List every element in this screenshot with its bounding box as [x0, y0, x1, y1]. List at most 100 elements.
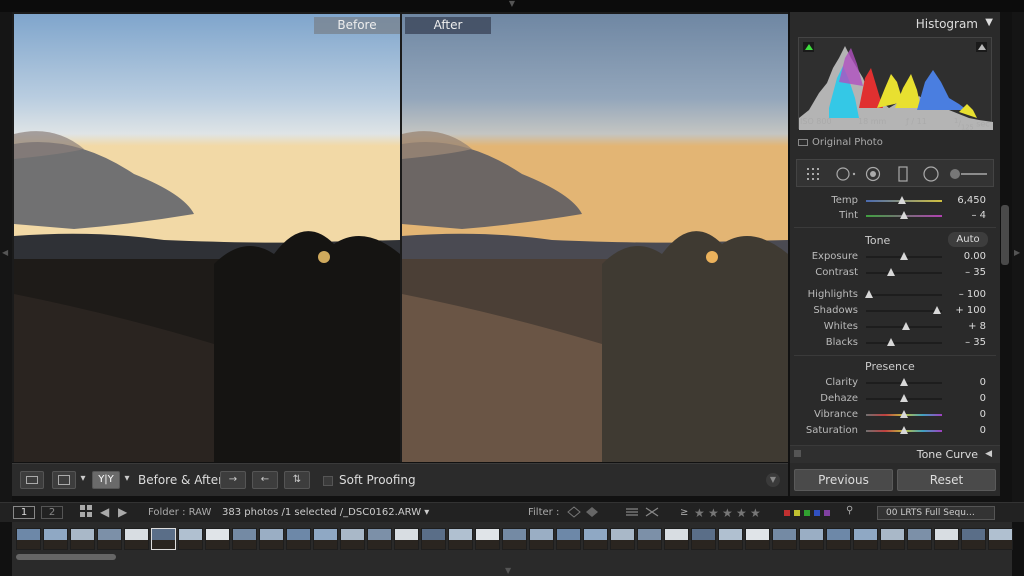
- filmstrip-thumbnail[interactable]: [70, 528, 95, 550]
- slider-value[interactable]: – 35: [940, 267, 986, 278]
- forward-arrow-icon[interactable]: ▶: [118, 505, 127, 519]
- shadows-slider-track[interactable]: [866, 310, 942, 312]
- whites-slider-thumb[interactable]: [902, 322, 910, 330]
- filmstrip-thumbnail[interactable]: [367, 528, 392, 550]
- back-arrow-icon[interactable]: ◀: [100, 505, 109, 519]
- filmstrip-scrollbar[interactable]: [16, 554, 116, 560]
- toolbar-options-icon[interactable]: ▼: [766, 473, 780, 487]
- saturation-slider-thumb[interactable]: [900, 426, 908, 434]
- filmstrip-thumbnail[interactable]: [178, 528, 203, 550]
- yy-dropdown[interactable]: ▾: [122, 471, 132, 489]
- red-label-filter[interactable]: [784, 510, 790, 516]
- vibrance-slider-thumb[interactable]: [900, 410, 908, 418]
- purple-label-filter[interactable]: [824, 510, 830, 516]
- tint-slider-thumb[interactable]: [900, 211, 908, 219]
- star-icon[interactable]: ★: [722, 506, 733, 520]
- filmstrip-thumbnail[interactable]: [718, 528, 743, 550]
- highlights-slider-track[interactable]: [866, 294, 942, 296]
- filmstrip-thumbnail[interactable]: [43, 528, 68, 550]
- reset-button[interactable]: Reset: [897, 469, 996, 491]
- slider-value[interactable]: – 100: [940, 289, 986, 300]
- top-collapse-icon[interactable]: ▼: [505, 0, 519, 8]
- after-photo[interactable]: After: [402, 14, 788, 462]
- clarity-slider-thumb[interactable]: [900, 378, 908, 386]
- filmstrip-thumbnail[interactable]: [502, 528, 527, 550]
- soft-proofing-checkbox[interactable]: [323, 476, 333, 486]
- filmstrip-thumbnail[interactable]: [610, 528, 635, 550]
- radial-filter-icon[interactable]: [923, 166, 939, 182]
- contrast-slider-thumb[interactable]: [887, 268, 895, 276]
- edit-filter-icons[interactable]: [624, 506, 664, 521]
- filmstrip-thumbnail[interactable]: [313, 528, 338, 550]
- expand-triangle-icon[interactable]: ◀: [985, 449, 992, 459]
- before-after-left-right-button[interactable]: Y|Y: [92, 471, 120, 489]
- slider-value[interactable]: 0: [940, 425, 986, 436]
- graduated-filter-icon[interactable]: [895, 166, 911, 182]
- filmstrip-thumbnail[interactable]: [691, 528, 716, 550]
- histogram[interactable]: [798, 37, 993, 130]
- filmstrip-thumbnail[interactable]: [286, 528, 311, 550]
- yellow-label-filter[interactable]: [794, 510, 800, 516]
- tone-curve-header[interactable]: Tone Curve ◀: [790, 445, 1000, 463]
- shadow-clipping-icon[interactable]: [803, 42, 814, 52]
- filmstrip-thumbnail[interactable]: [880, 528, 905, 550]
- flag-filter-icons[interactable]: [566, 506, 606, 521]
- filmstrip-thumbnail[interactable]: [124, 528, 149, 550]
- contrast-slider-track[interactable]: [866, 272, 942, 274]
- grid-view-icon[interactable]: [80, 505, 92, 520]
- histogram-header[interactable]: Histogram ▼: [790, 12, 1000, 36]
- green-label-filter[interactable]: [804, 510, 810, 516]
- crop-overlay-icon[interactable]: [805, 166, 821, 182]
- slider-value[interactable]: 0: [940, 393, 986, 404]
- filmstrip-thumbnail[interactable]: [934, 528, 959, 550]
- star-icon[interactable]: ★: [694, 506, 705, 520]
- left-panel-toggle[interactable]: [0, 12, 12, 502]
- blacks-slider-thumb[interactable]: [887, 338, 895, 346]
- filter-preset-select[interactable]: 00 LRTS Full Sequ…: [877, 506, 995, 520]
- slider-value[interactable]: 0.00: [940, 251, 986, 262]
- spot-removal-icon[interactable]: [835, 166, 859, 182]
- photo-count-label[interactable]: 383 photos /1 selected /_DSC0162.ARW ▾: [222, 507, 429, 518]
- filmstrip-thumbnail[interactable]: [340, 528, 365, 550]
- filmstrip-thumbnail[interactable]: [988, 528, 1013, 550]
- filmstrip-thumbnail[interactable]: [448, 528, 473, 550]
- filmstrip-thumbnail[interactable]: [664, 528, 689, 550]
- filmstrip-thumbnail[interactable]: [232, 528, 257, 550]
- filmstrip-thumbnail[interactable]: [853, 528, 878, 550]
- red-eye-icon[interactable]: [865, 166, 881, 182]
- filmstrip-thumbnail[interactable]: [583, 528, 608, 550]
- filmstrip-thumbnail[interactable]: [475, 528, 500, 550]
- filmstrip-thumbnail[interactable]: [259, 528, 284, 550]
- swap-settings-button[interactable]: ⇅: [284, 471, 310, 489]
- filmstrip-thumbnail[interactable]: [745, 528, 770, 550]
- dehaze-slider-thumb[interactable]: [900, 394, 908, 402]
- view-mode-dropdown[interactable]: ▾: [78, 471, 88, 489]
- blue-label-filter[interactable]: [814, 510, 820, 516]
- filmstrip-thumbnail[interactable]: [205, 528, 230, 550]
- adjustment-brush-icon[interactable]: [949, 166, 989, 182]
- previous-button[interactable]: Previous: [794, 469, 893, 491]
- filmstrip-thumbnail[interactable]: [826, 528, 851, 550]
- slider-value[interactable]: – 4: [940, 210, 986, 221]
- panel-toggle-icon[interactable]: [794, 450, 801, 457]
- filmstrip-thumbnail[interactable]: [394, 528, 419, 550]
- page-2-button[interactable]: 2: [41, 506, 63, 519]
- filmstrip-thumbnail[interactable]: [529, 528, 554, 550]
- filmstrip-thumbnail[interactable]: [799, 528, 824, 550]
- filmstrip-thumbnail[interactable]: [16, 528, 41, 550]
- filmstrip-thumbnail[interactable]: [97, 528, 122, 550]
- bottom-collapse-icon[interactable]: ▼: [505, 566, 511, 575]
- right-collapse-icon[interactable]: ▶: [1014, 248, 1020, 257]
- slider-value[interactable]: 0: [940, 409, 986, 420]
- temp-slider-thumb[interactable]: [898, 196, 906, 204]
- rating-operator[interactable]: ≥: [680, 507, 688, 518]
- slider-value[interactable]: + 8: [940, 321, 986, 332]
- lock-icon[interactable]: ⚲: [846, 505, 853, 516]
- highlight-clipping-icon[interactable]: [976, 42, 987, 52]
- filmstrip-thumbnail[interactable]: [421, 528, 446, 550]
- filmstrip-thumbnail[interactable]: [556, 528, 581, 550]
- before-photo[interactable]: Before: [14, 14, 400, 462]
- filmstrip-thumbnail[interactable]: [772, 528, 797, 550]
- auto-tone-button[interactable]: Auto: [948, 232, 988, 247]
- slider-value[interactable]: 6,450: [940, 195, 986, 206]
